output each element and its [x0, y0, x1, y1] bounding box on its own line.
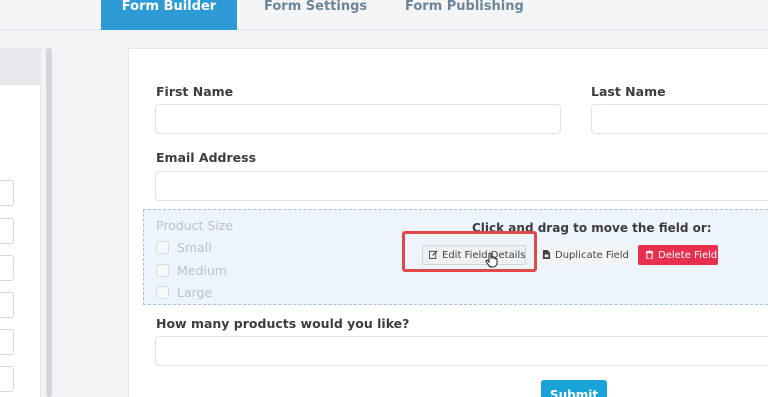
product-size-option-medium: Medium	[156, 263, 227, 278]
duplicate-field-label: Duplicate Field	[555, 250, 629, 261]
product-size-option-small: Small	[156, 240, 212, 255]
duplicate-icon	[542, 250, 551, 259]
first-name-label: First Name	[156, 84, 234, 99]
product-size-option-large: Large	[156, 285, 212, 300]
duplicate-field-button[interactable]: Duplicate Field	[535, 245, 629, 265]
option-label: Medium	[177, 263, 227, 278]
products-question-label: How many products would you like?	[156, 316, 410, 331]
option-label: Small	[177, 240, 212, 255]
first-name-field[interactable]	[155, 104, 561, 134]
products-quantity-field[interactable]	[155, 336, 768, 366]
tab-form-publishing[interactable]: Form Publishing	[405, 0, 524, 30]
checkbox-icon	[156, 241, 169, 254]
palette-item[interactable]	[0, 218, 14, 244]
checkbox-icon	[156, 286, 169, 299]
hand-cursor-icon	[485, 252, 499, 272]
top-tab-bar: Form Builder Form Settings Form Publishi…	[0, 0, 768, 30]
palette-item[interactable]	[0, 255, 14, 281]
trash-icon	[645, 250, 654, 259]
last-name-field[interactable]	[591, 104, 768, 134]
delete-field-label: Delete Field	[658, 250, 718, 261]
product-size-label: Product Size	[156, 218, 234, 233]
last-name-label: Last Name	[591, 84, 666, 99]
email-label: Email Address	[156, 150, 257, 165]
option-label: Large	[177, 285, 213, 300]
checkbox-icon	[156, 264, 169, 277]
email-field[interactable]	[155, 171, 768, 201]
sidebar-header	[0, 48, 41, 85]
palette-item[interactable]	[0, 180, 14, 206]
edit-button-highlight	[402, 231, 537, 272]
palette-item[interactable]	[0, 366, 14, 392]
tab-form-builder[interactable]: Form Builder	[101, 0, 237, 30]
field-palette-sidebar	[0, 48, 41, 397]
sidebar-scrollbar[interactable]	[46, 48, 52, 397]
palette-item[interactable]	[0, 329, 14, 355]
tab-form-settings[interactable]: Form Settings	[264, 0, 367, 30]
delete-field-button[interactable]: Delete Field	[638, 245, 718, 265]
submit-button[interactable]: Submit	[541, 380, 607, 397]
palette-item[interactable]	[0, 292, 14, 318]
